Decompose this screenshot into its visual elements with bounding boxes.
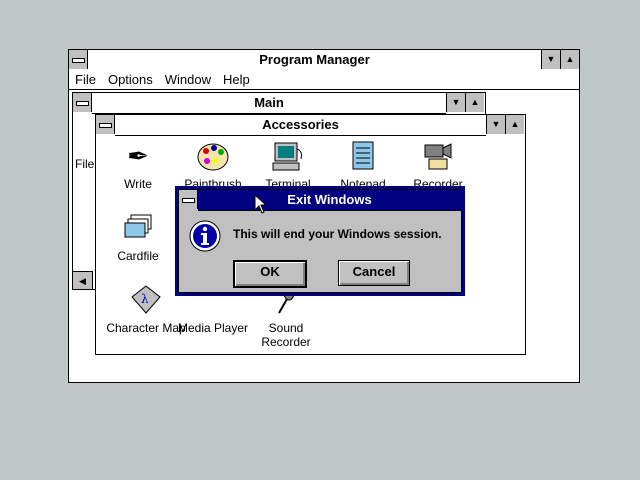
dialog-title: Exit Windows [198, 190, 461, 211]
program-item-recorder[interactable]: Recorder [398, 139, 478, 191]
ok-button[interactable]: OK [233, 260, 307, 288]
program-label: Cardfile [117, 249, 159, 263]
exit-windows-dialog: Exit Windows This will end your Windows … [175, 186, 465, 296]
accessories-maximize-button[interactable]: ▲ [505, 115, 524, 134]
program-item-paintbrush[interactable]: Paintbrush [173, 139, 253, 191]
accessories-minimize-button[interactable]: ▼ [486, 115, 505, 134]
dialog-message: This will end your Windows session. [233, 227, 442, 241]
menu-window[interactable]: Window [159, 70, 217, 89]
main-partial-file-label: File [75, 157, 95, 171]
main-maximize-button[interactable]: ▲ [465, 93, 484, 112]
accessories-system-menu[interactable] [96, 115, 115, 134]
svg-text:λ: λ [141, 292, 149, 306]
program-item-write[interactable]: ✒ Write [98, 139, 178, 191]
menu-help[interactable]: Help [217, 70, 256, 89]
program-item-notepad[interactable]: Notepad [323, 139, 403, 191]
program-label: Media Player [177, 321, 249, 335]
terminal-icon [271, 139, 305, 173]
mouse-pointer-icon [254, 193, 268, 214]
write-pen-icon: ✒ [127, 141, 149, 171]
notepad-icon [346, 139, 380, 173]
menu-file[interactable]: File [69, 70, 102, 89]
program-label: Write [124, 177, 152, 191]
main-title: Main [92, 93, 446, 114]
cancel-button[interactable]: Cancel [338, 260, 410, 286]
menu-options[interactable]: Options [102, 70, 159, 89]
menu-bar: File Options Window Help [69, 70, 579, 90]
character-map-icon: λ [129, 283, 163, 317]
accessories-title: Accessories [115, 115, 486, 136]
program-item-cardfile[interactable]: Cardfile [98, 211, 178, 263]
info-icon [189, 220, 221, 252]
dialog-system-menu[interactable] [179, 190, 198, 209]
palette-icon [196, 139, 230, 173]
main-scroll-left[interactable]: ◀ [73, 271, 93, 289]
program-label: Sound Recorder [261, 321, 311, 349]
main-minimize-button[interactable]: ▼ [446, 93, 465, 112]
cardfile-icon [121, 211, 155, 245]
maximize-button[interactable]: ▲ [560, 50, 579, 69]
recorder-icon [421, 139, 455, 173]
program-item-terminal[interactable]: Terminal [248, 139, 328, 191]
main-system-menu[interactable] [73, 93, 92, 112]
program-manager-system-menu[interactable] [69, 50, 88, 69]
program-manager-title: Program Manager [88, 50, 541, 71]
minimize-button[interactable]: ▼ [541, 50, 560, 69]
